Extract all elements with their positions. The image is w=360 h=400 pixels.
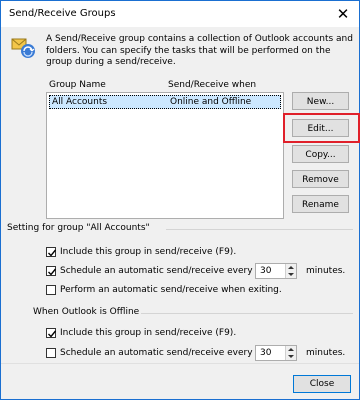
offline-section-divider — [141, 313, 353, 314]
groups-list[interactable]: All Accounts Online and Offline — [46, 92, 284, 219]
column-header-send-receive-when: Send/Receive when — [168, 80, 257, 90]
send-receive-groups-dialog: Send/Receive Groups ✕ A Send/Receive gro… — [0, 0, 360, 400]
footer-divider — [1, 363, 359, 364]
edit-button[interactable]: Edit... — [292, 119, 349, 137]
online-minutes-label: minutes. — [306, 266, 346, 276]
online-exit-label: Perform an automatic send/receive when e… — [60, 285, 282, 295]
online-section-divider — [166, 229, 353, 230]
send-receive-groups-icon — [11, 38, 35, 58]
online-section-label: Setting for group "All Accounts" — [7, 223, 150, 233]
close-icon[interactable]: ✕ — [333, 4, 353, 24]
offline-schedule-minutes-spinner[interactable]: 30 — [255, 345, 297, 361]
spin-up-icon[interactable] — [288, 266, 294, 269]
offline-schedule-minutes-value: 30 — [260, 348, 272, 358]
offline-schedule-checkbox[interactable] — [46, 348, 56, 358]
copy-button[interactable]: Copy... — [292, 145, 349, 163]
checkmark-icon — [48, 249, 57, 257]
online-exit-checkbox[interactable] — [46, 285, 56, 295]
column-header-group-name: Group Name — [49, 80, 106, 90]
online-schedule-label: Schedule an automatic send/receive every — [60, 266, 253, 276]
spin-down-icon[interactable] — [288, 273, 294, 276]
offline-schedule-label: Schedule an automatic send/receive every — [60, 348, 253, 358]
list-item[interactable]: All Accounts Online and Offline — [49, 95, 281, 109]
spinner-arrows[interactable] — [285, 264, 296, 278]
close-button[interactable]: Close — [293, 375, 351, 393]
spin-down-icon[interactable] — [288, 355, 294, 358]
remove-button[interactable]: Remove — [292, 170, 349, 188]
offline-include-checkbox[interactable] — [46, 328, 57, 338]
offline-section-label: When Outlook is Offline — [33, 307, 140, 317]
title-bar: Send/Receive Groups ✕ — [1, 1, 359, 27]
dialog-description: A Send/Receive group contains a collecti… — [46, 34, 353, 67]
offline-minutes-label: minutes. — [306, 348, 346, 358]
group-name-cell: All Accounts — [52, 97, 108, 107]
send-receive-when-cell: Online and Offline — [170, 97, 252, 107]
spinner-arrows[interactable] — [285, 346, 296, 360]
online-schedule-minutes-value: 30 — [260, 266, 272, 276]
online-schedule-checkbox[interactable] — [46, 266, 57, 276]
rename-button[interactable]: Rename — [292, 195, 349, 213]
new-button[interactable]: New... — [292, 92, 349, 110]
online-include-checkbox[interactable] — [46, 247, 57, 257]
offline-include-label: Include this group in send/receive (F9). — [60, 328, 237, 338]
online-include-label: Include this group in send/receive (F9). — [60, 247, 237, 257]
checkmark-icon — [48, 268, 57, 276]
spin-up-icon[interactable] — [288, 348, 294, 351]
checkmark-icon — [48, 330, 57, 338]
window-title: Send/Receive Groups — [9, 8, 116, 19]
online-schedule-minutes-spinner[interactable]: 30 — [255, 263, 297, 279]
